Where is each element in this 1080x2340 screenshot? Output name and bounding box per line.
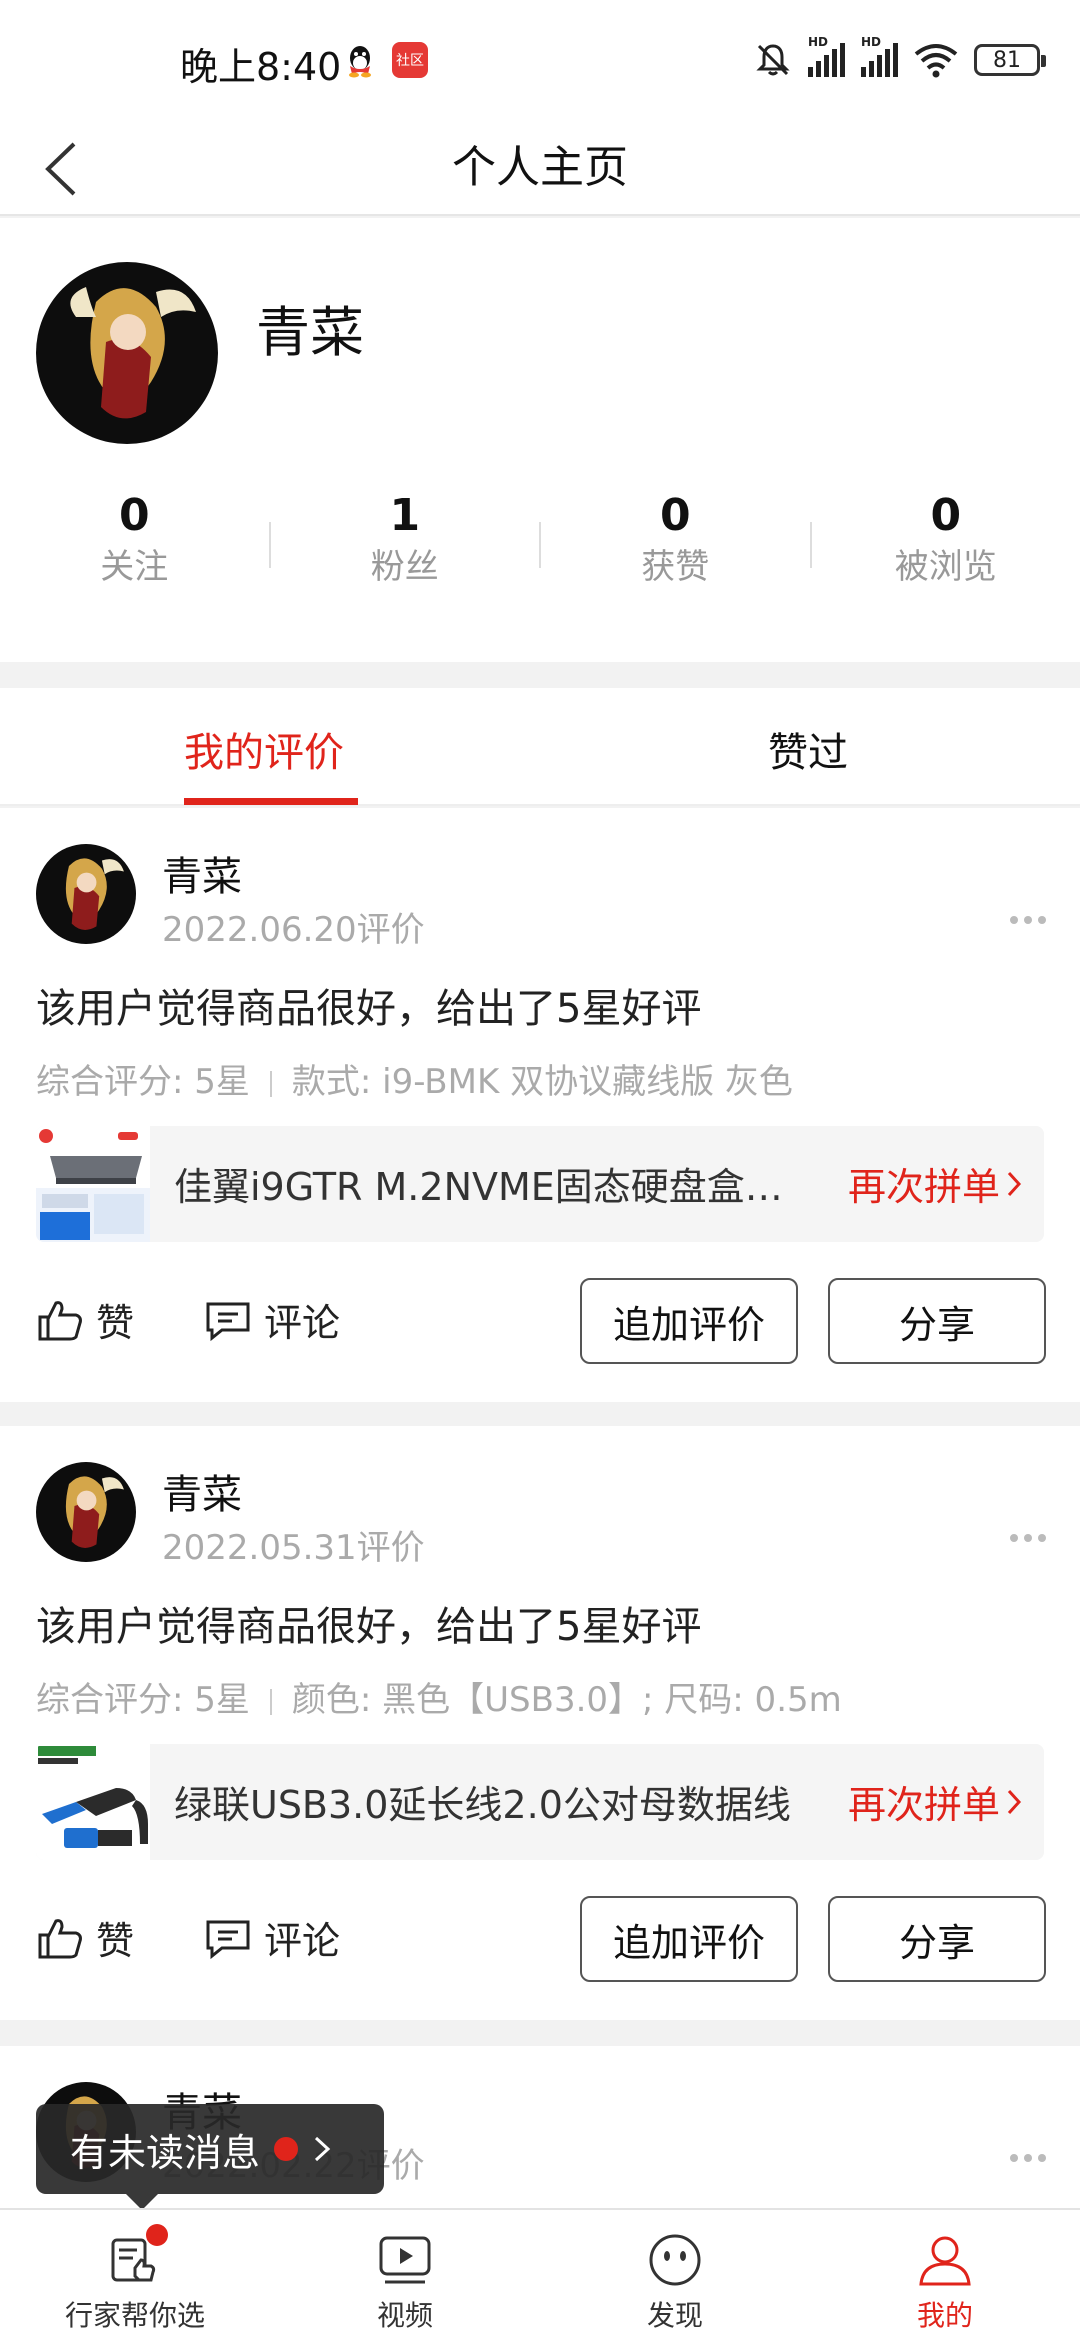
review-spec: 综合评分: 5星 颜色: 黑色【USB3.0】; 尺码: 0.5m xyxy=(36,1672,842,1721)
cell-signal-1-icon: HD xyxy=(808,35,845,77)
like-label: 赞 xyxy=(96,1301,135,1345)
review-variant: 颜色: 黑色【USB3.0】; 尺码: 0.5m xyxy=(291,1680,842,1720)
review-variant: 款式: i9-BMK 双协议藏线版 灰色 xyxy=(291,1062,793,1102)
comment-button[interactable]: 评论 xyxy=(204,1292,340,1347)
more-options-icon[interactable] xyxy=(1010,916,1046,924)
tab-liked[interactable]: 赞过 xyxy=(768,720,848,778)
stats-row: 0 关注 1 粉丝 0 获赞 0 被浏览 xyxy=(0,488,1080,598)
back-arrow-icon[interactable] xyxy=(36,134,92,204)
review-spec: 综合评分: 5星 款式: i9-BMK 双协议藏线版 灰色 xyxy=(36,1054,793,1103)
review-username: 青菜 xyxy=(162,1472,242,1518)
following-count: 0 xyxy=(118,490,150,541)
product-thumbnail xyxy=(36,1744,150,1860)
community-app-icon: 社区 xyxy=(392,42,428,78)
bottom-nav: 行家帮你选 视频 发现 我的 xyxy=(0,2208,1080,2340)
stat-views[interactable]: 0 被浏览 xyxy=(812,488,1080,598)
review-rating: 综合评分: 5星 xyxy=(36,1062,250,1102)
like-button[interactable]: 赞 xyxy=(36,1292,134,1347)
nav-item-me[interactable]: 我的 xyxy=(810,2210,1080,2340)
discover-icon xyxy=(649,2234,701,2286)
nav-label: 视频 xyxy=(376,2299,433,2332)
nav-bar: 个人主页 xyxy=(0,120,1080,216)
add-review-button[interactable]: 追加评价 xyxy=(580,1278,798,1364)
unread-dot-icon xyxy=(274,2137,299,2161)
product-name: 绿联USB3.0延长线2.0公对母数据线 xyxy=(174,1783,791,1827)
tab-bar: 我的评价 赞过 xyxy=(0,688,1080,806)
review-date: 2022.05.31评价 xyxy=(162,1528,425,1568)
review-card: 青菜 2022.05.31评价 该用户觉得商品很好，给出了5星好评 综合评分: … xyxy=(0,1426,1080,2020)
comment-label: 评论 xyxy=(264,1919,341,1963)
product-link[interactable]: 佳翼i9GTR M.2NVME固态硬盘盒子USB3.2Gen2 再次拼单 xyxy=(36,1126,1044,1242)
likes-count: 0 xyxy=(659,490,691,541)
views-label: 被浏览 xyxy=(894,547,997,587)
status-time: 晚上8:40 xyxy=(180,45,342,89)
cell-signal-2-icon: HD xyxy=(861,35,898,77)
like-label: 赞 xyxy=(96,1919,135,1963)
user-profile-icon xyxy=(919,2236,971,2286)
reorder-button[interactable]: 再次拼单 xyxy=(848,1774,1022,1829)
review-username: 青菜 xyxy=(162,854,242,900)
review-actions: 赞 评论 追加评价 分享 xyxy=(0,1896,1080,1984)
nav-label: 我的 xyxy=(916,2299,973,2332)
following-label: 关注 xyxy=(100,547,169,587)
more-options-icon[interactable] xyxy=(1010,2154,1046,2162)
wifi-icon xyxy=(914,44,958,78)
stat-followers[interactable]: 1 粉丝 xyxy=(271,488,540,598)
comment-icon xyxy=(206,1920,250,1959)
chevron-right-icon xyxy=(1007,1789,1022,1814)
review-card: 青菜 2022.06.20评价 该用户觉得商品很好，给出了5星好评 综合评分: … xyxy=(0,808,1080,1402)
views-count: 0 xyxy=(930,490,962,541)
like-button[interactable]: 赞 xyxy=(36,1910,134,1965)
product-thumbnail xyxy=(36,1126,150,1242)
reorder-label: 再次拼单 xyxy=(847,1165,1000,1209)
comment-icon xyxy=(206,1302,250,1341)
comment-button[interactable]: 评论 xyxy=(204,1910,340,1965)
followers-count: 1 xyxy=(389,490,421,541)
review-rating: 综合评分: 5星 xyxy=(36,1680,250,1720)
status-icons: HD HD 81 xyxy=(754,35,1046,82)
avatar[interactable] xyxy=(36,262,218,444)
review-summary: 该用户觉得商品很好，给出了5星好评 xyxy=(36,1604,702,1650)
thumbs-up-icon xyxy=(38,1300,82,1340)
thumbs-up-icon xyxy=(38,1918,82,1958)
review-summary: 该用户觉得商品很好，给出了5星好评 xyxy=(36,986,702,1032)
product-name: 佳翼i9GTR M.2NVME固态硬盘盒子USB3.2Gen2 xyxy=(174,1165,814,1209)
add-review-button[interactable]: 追加评价 xyxy=(580,1896,798,1982)
avatar[interactable] xyxy=(36,844,136,944)
notification-badge xyxy=(146,2224,168,2246)
comment-label: 评论 xyxy=(264,1301,341,1345)
nav-label: 行家帮你选 xyxy=(64,2299,205,2332)
followers-label: 粉丝 xyxy=(370,547,439,587)
product-link[interactable]: 绿联USB3.0延长线2.0公对母数据线 再次拼单 xyxy=(36,1744,1044,1860)
mute-bell-icon xyxy=(756,44,790,76)
more-options-icon[interactable] xyxy=(1010,1534,1046,1542)
stat-following[interactable]: 0 关注 xyxy=(0,488,269,598)
review-date: 2022.06.20评价 xyxy=(162,910,425,950)
profile-name: 青菜 xyxy=(256,301,364,364)
nav-item-video[interactable]: 视频 xyxy=(270,2210,540,2340)
tab-indicator xyxy=(184,798,358,805)
unread-message-toast[interactable]: 有未读消息 xyxy=(36,2104,384,2210)
stat-likes[interactable]: 0 获赞 xyxy=(541,488,810,598)
avatar[interactable] xyxy=(36,1462,136,1562)
likes-label: 获赞 xyxy=(641,547,710,587)
qq-icon xyxy=(349,46,371,78)
status-bar: 晚上8:40 社区 HD HD 81 xyxy=(0,0,1080,120)
chevron-right-icon xyxy=(315,2136,331,2162)
chevron-right-icon xyxy=(1007,1171,1022,1196)
reorder-button[interactable]: 再次拼单 xyxy=(848,1156,1022,1211)
nav-label: 发现 xyxy=(646,2299,703,2332)
video-icon xyxy=(379,2236,431,2284)
tab-my-reviews[interactable]: 我的评价 xyxy=(184,720,344,778)
page-title: 个人主页 xyxy=(452,142,628,193)
nav-item-discover[interactable]: 发现 xyxy=(540,2210,810,2340)
battery-icon: 81 xyxy=(974,44,1046,76)
share-button[interactable]: 分享 xyxy=(828,1278,1046,1364)
toast-text: 有未读消息 xyxy=(70,2130,261,2175)
reorder-label: 再次拼单 xyxy=(847,1783,1000,1827)
nav-item-expert-pick[interactable]: 行家帮你选 xyxy=(0,2210,270,2340)
review-actions: 赞 评论 追加评价 分享 xyxy=(0,1278,1080,1366)
profile-header: 青菜 0 关注 1 粉丝 0 获赞 0 被浏览 xyxy=(0,218,1080,662)
share-button[interactable]: 分享 xyxy=(828,1896,1046,1982)
